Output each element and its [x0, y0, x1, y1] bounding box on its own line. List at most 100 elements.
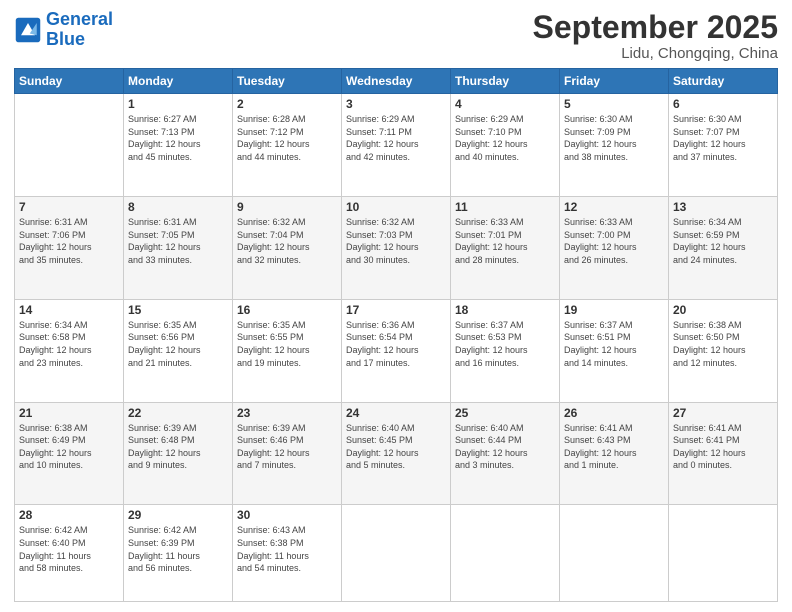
logo-line1: General: [46, 9, 113, 29]
calendar-cell: 15 Sunrise: 6:35 AM Sunset: 6:56 PM Dayli…: [124, 299, 233, 402]
calendar-cell: [342, 505, 451, 602]
day-number: 28: [19, 508, 119, 522]
calendar-cell: 10 Sunrise: 6:32 AM Sunset: 7:03 PM Dayli…: [342, 196, 451, 299]
page: General Blue September 2025 Lidu, Chongq…: [0, 0, 792, 612]
day-number: 9: [237, 200, 337, 214]
day-info: Sunrise: 6:39 AM Sunset: 6:48 PM Dayligh…: [128, 422, 228, 472]
day-info: Sunrise: 6:34 AM Sunset: 6:58 PM Dayligh…: [19, 319, 119, 369]
day-info: Sunrise: 6:33 AM Sunset: 7:01 PM Dayligh…: [455, 216, 555, 266]
day-info: Sunrise: 6:30 AM Sunset: 7:07 PM Dayligh…: [673, 113, 773, 163]
calendar-body: 1 Sunrise: 6:27 AM Sunset: 7:13 PM Daylig…: [15, 94, 778, 602]
subtitle: Lidu, Chongqing, China: [533, 45, 778, 62]
day-header-friday: Friday: [560, 69, 669, 94]
calendar-cell: 12Sunrise: 6:33 AM Sunset: 7:00 PM Dayli…: [560, 196, 669, 299]
day-number: 26: [564, 406, 664, 420]
day-info: Sunrise: 6:43 AM Sunset: 6:38 PM Dayligh…: [237, 524, 337, 574]
day-info: Sunrise: 6:35 AM Sunset: 6:56 PM Dayligh…: [128, 319, 228, 369]
day-number: 1: [128, 97, 228, 111]
logo-icon: [14, 16, 42, 44]
day-info: Sunrise: 6:27 AM Sunset: 7:13 PM Dayligh…: [128, 113, 228, 163]
calendar-cell: 11 Sunrise: 6:33 AM Sunset: 7:01 PM Dayli…: [451, 196, 560, 299]
calendar-cell: 5Sunrise: 6:30 AM Sunset: 7:09 PM Daylig…: [560, 94, 669, 197]
day-info: Sunrise: 6:42 AM Sunset: 6:40 PM Dayligh…: [19, 524, 119, 574]
calendar-cell: 17Sunrise: 6:36 AM Sunset: 6:54 PM Dayli…: [342, 299, 451, 402]
day-number: 18: [455, 303, 555, 317]
calendar-cell: 27 Sunrise: 6:41 AM Sunset: 6:41 PM Dayli…: [669, 402, 778, 505]
day-info: Sunrise: 6:37 AM Sunset: 6:51 PM Dayligh…: [564, 319, 664, 369]
calendar-week-1: 1 Sunrise: 6:27 AM Sunset: 7:13 PM Daylig…: [15, 94, 778, 197]
calendar-cell: 9 Sunrise: 6:32 AM Sunset: 7:04 PM Daylig…: [233, 196, 342, 299]
day-number: 13: [673, 200, 773, 214]
calendar-cell: 26 Sunrise: 6:41 AM Sunset: 6:43 PM Dayli…: [560, 402, 669, 505]
day-number: 27: [673, 406, 773, 420]
day-info: Sunrise: 6:38 AM Sunset: 6:49 PM Dayligh…: [19, 422, 119, 472]
day-number: 7: [19, 200, 119, 214]
calendar-cell: 30Sunrise: 6:43 AM Sunset: 6:38 PM Dayli…: [233, 505, 342, 602]
calendar-week-2: 7 Sunrise: 6:31 AM Sunset: 7:06 PM Daylig…: [15, 196, 778, 299]
day-number: 25: [455, 406, 555, 420]
day-info: Sunrise: 6:37 AM Sunset: 6:53 PM Dayligh…: [455, 319, 555, 369]
calendar-week-3: 14 Sunrise: 6:34 AM Sunset: 6:58 PM Dayli…: [15, 299, 778, 402]
calendar-cell: 1 Sunrise: 6:27 AM Sunset: 7:13 PM Daylig…: [124, 94, 233, 197]
day-number: 15: [128, 303, 228, 317]
calendar-cell: 2Sunrise: 6:28 AM Sunset: 7:12 PM Daylig…: [233, 94, 342, 197]
calendar-cell: 3Sunrise: 6:29 AM Sunset: 7:11 PM Daylig…: [342, 94, 451, 197]
calendar-table: SundayMondayTuesdayWednesdayThursdayFrid…: [14, 68, 778, 602]
day-number: 5: [564, 97, 664, 111]
day-info: Sunrise: 6:35 AM Sunset: 6:55 PM Dayligh…: [237, 319, 337, 369]
day-number: 29: [128, 508, 228, 522]
day-info: Sunrise: 6:34 AM Sunset: 6:59 PM Dayligh…: [673, 216, 773, 266]
day-number: 8: [128, 200, 228, 214]
day-info: Sunrise: 6:29 AM Sunset: 7:10 PM Dayligh…: [455, 113, 555, 163]
day-number: 2: [237, 97, 337, 111]
day-number: 6: [673, 97, 773, 111]
day-number: 11: [455, 200, 555, 214]
calendar-cell: 14 Sunrise: 6:34 AM Sunset: 6:58 PM Dayli…: [15, 299, 124, 402]
calendar-cell: 13 Sunrise: 6:34 AM Sunset: 6:59 PM Dayli…: [669, 196, 778, 299]
calendar-cell: 7 Sunrise: 6:31 AM Sunset: 7:06 PM Daylig…: [15, 196, 124, 299]
day-number: 16: [237, 303, 337, 317]
calendar-header: SundayMondayTuesdayWednesdayThursdayFrid…: [15, 69, 778, 94]
day-info: Sunrise: 6:41 AM Sunset: 6:41 PM Dayligh…: [673, 422, 773, 472]
calendar-cell: 22 Sunrise: 6:39 AM Sunset: 6:48 PM Dayli…: [124, 402, 233, 505]
day-number: 23: [237, 406, 337, 420]
day-info: Sunrise: 6:29 AM Sunset: 7:11 PM Dayligh…: [346, 113, 446, 163]
day-number: 19: [564, 303, 664, 317]
day-number: 24: [346, 406, 446, 420]
day-number: 4: [455, 97, 555, 111]
calendar-cell: 24Sunrise: 6:40 AM Sunset: 6:45 PM Dayli…: [342, 402, 451, 505]
day-info: Sunrise: 6:31 AM Sunset: 7:05 PM Dayligh…: [128, 216, 228, 266]
day-number: 22: [128, 406, 228, 420]
calendar-week-5: 28 Sunrise: 6:42 AM Sunset: 6:40 PM Dayli…: [15, 505, 778, 602]
logo-line2: Blue: [46, 29, 85, 49]
day-info: Sunrise: 6:31 AM Sunset: 7:06 PM Dayligh…: [19, 216, 119, 266]
day-number: 21: [19, 406, 119, 420]
calendar-cell: 8 Sunrise: 6:31 AM Sunset: 7:05 PM Daylig…: [124, 196, 233, 299]
day-info: Sunrise: 6:41 AM Sunset: 6:43 PM Dayligh…: [564, 422, 664, 472]
day-header-wednesday: Wednesday: [342, 69, 451, 94]
calendar-cell: 4 Sunrise: 6:29 AM Sunset: 7:10 PM Daylig…: [451, 94, 560, 197]
day-info: Sunrise: 6:32 AM Sunset: 7:03 PM Dayligh…: [346, 216, 446, 266]
logo-text: General Blue: [46, 10, 113, 50]
day-header-saturday: Saturday: [669, 69, 778, 94]
calendar-cell: [669, 505, 778, 602]
day-info: Sunrise: 6:39 AM Sunset: 6:46 PM Dayligh…: [237, 422, 337, 472]
calendar-cell: 20Sunrise: 6:38 AM Sunset: 6:50 PM Dayli…: [669, 299, 778, 402]
day-info: Sunrise: 6:40 AM Sunset: 6:44 PM Dayligh…: [455, 422, 555, 472]
day-info: Sunrise: 6:42 AM Sunset: 6:39 PM Dayligh…: [128, 524, 228, 574]
calendar-cell: 19 Sunrise: 6:37 AM Sunset: 6:51 PM Dayli…: [560, 299, 669, 402]
logo: General Blue: [14, 10, 113, 50]
day-info: Sunrise: 6:32 AM Sunset: 7:04 PM Dayligh…: [237, 216, 337, 266]
day-number: 17: [346, 303, 446, 317]
calendar-cell: [560, 505, 669, 602]
header: General Blue September 2025 Lidu, Chongq…: [14, 10, 778, 62]
title-block: September 2025 Lidu, Chongqing, China: [533, 10, 778, 62]
calendar-cell: 6 Sunrise: 6:30 AM Sunset: 7:07 PM Daylig…: [669, 94, 778, 197]
day-number: 14: [19, 303, 119, 317]
calendar-cell: 21 Sunrise: 6:38 AM Sunset: 6:49 PM Dayli…: [15, 402, 124, 505]
day-info: Sunrise: 6:33 AM Sunset: 7:00 PM Dayligh…: [564, 216, 664, 266]
day-header-sunday: Sunday: [15, 69, 124, 94]
day-header-thursday: Thursday: [451, 69, 560, 94]
calendar-cell: 18 Sunrise: 6:37 AM Sunset: 6:53 PM Dayli…: [451, 299, 560, 402]
day-number: 10: [346, 200, 446, 214]
